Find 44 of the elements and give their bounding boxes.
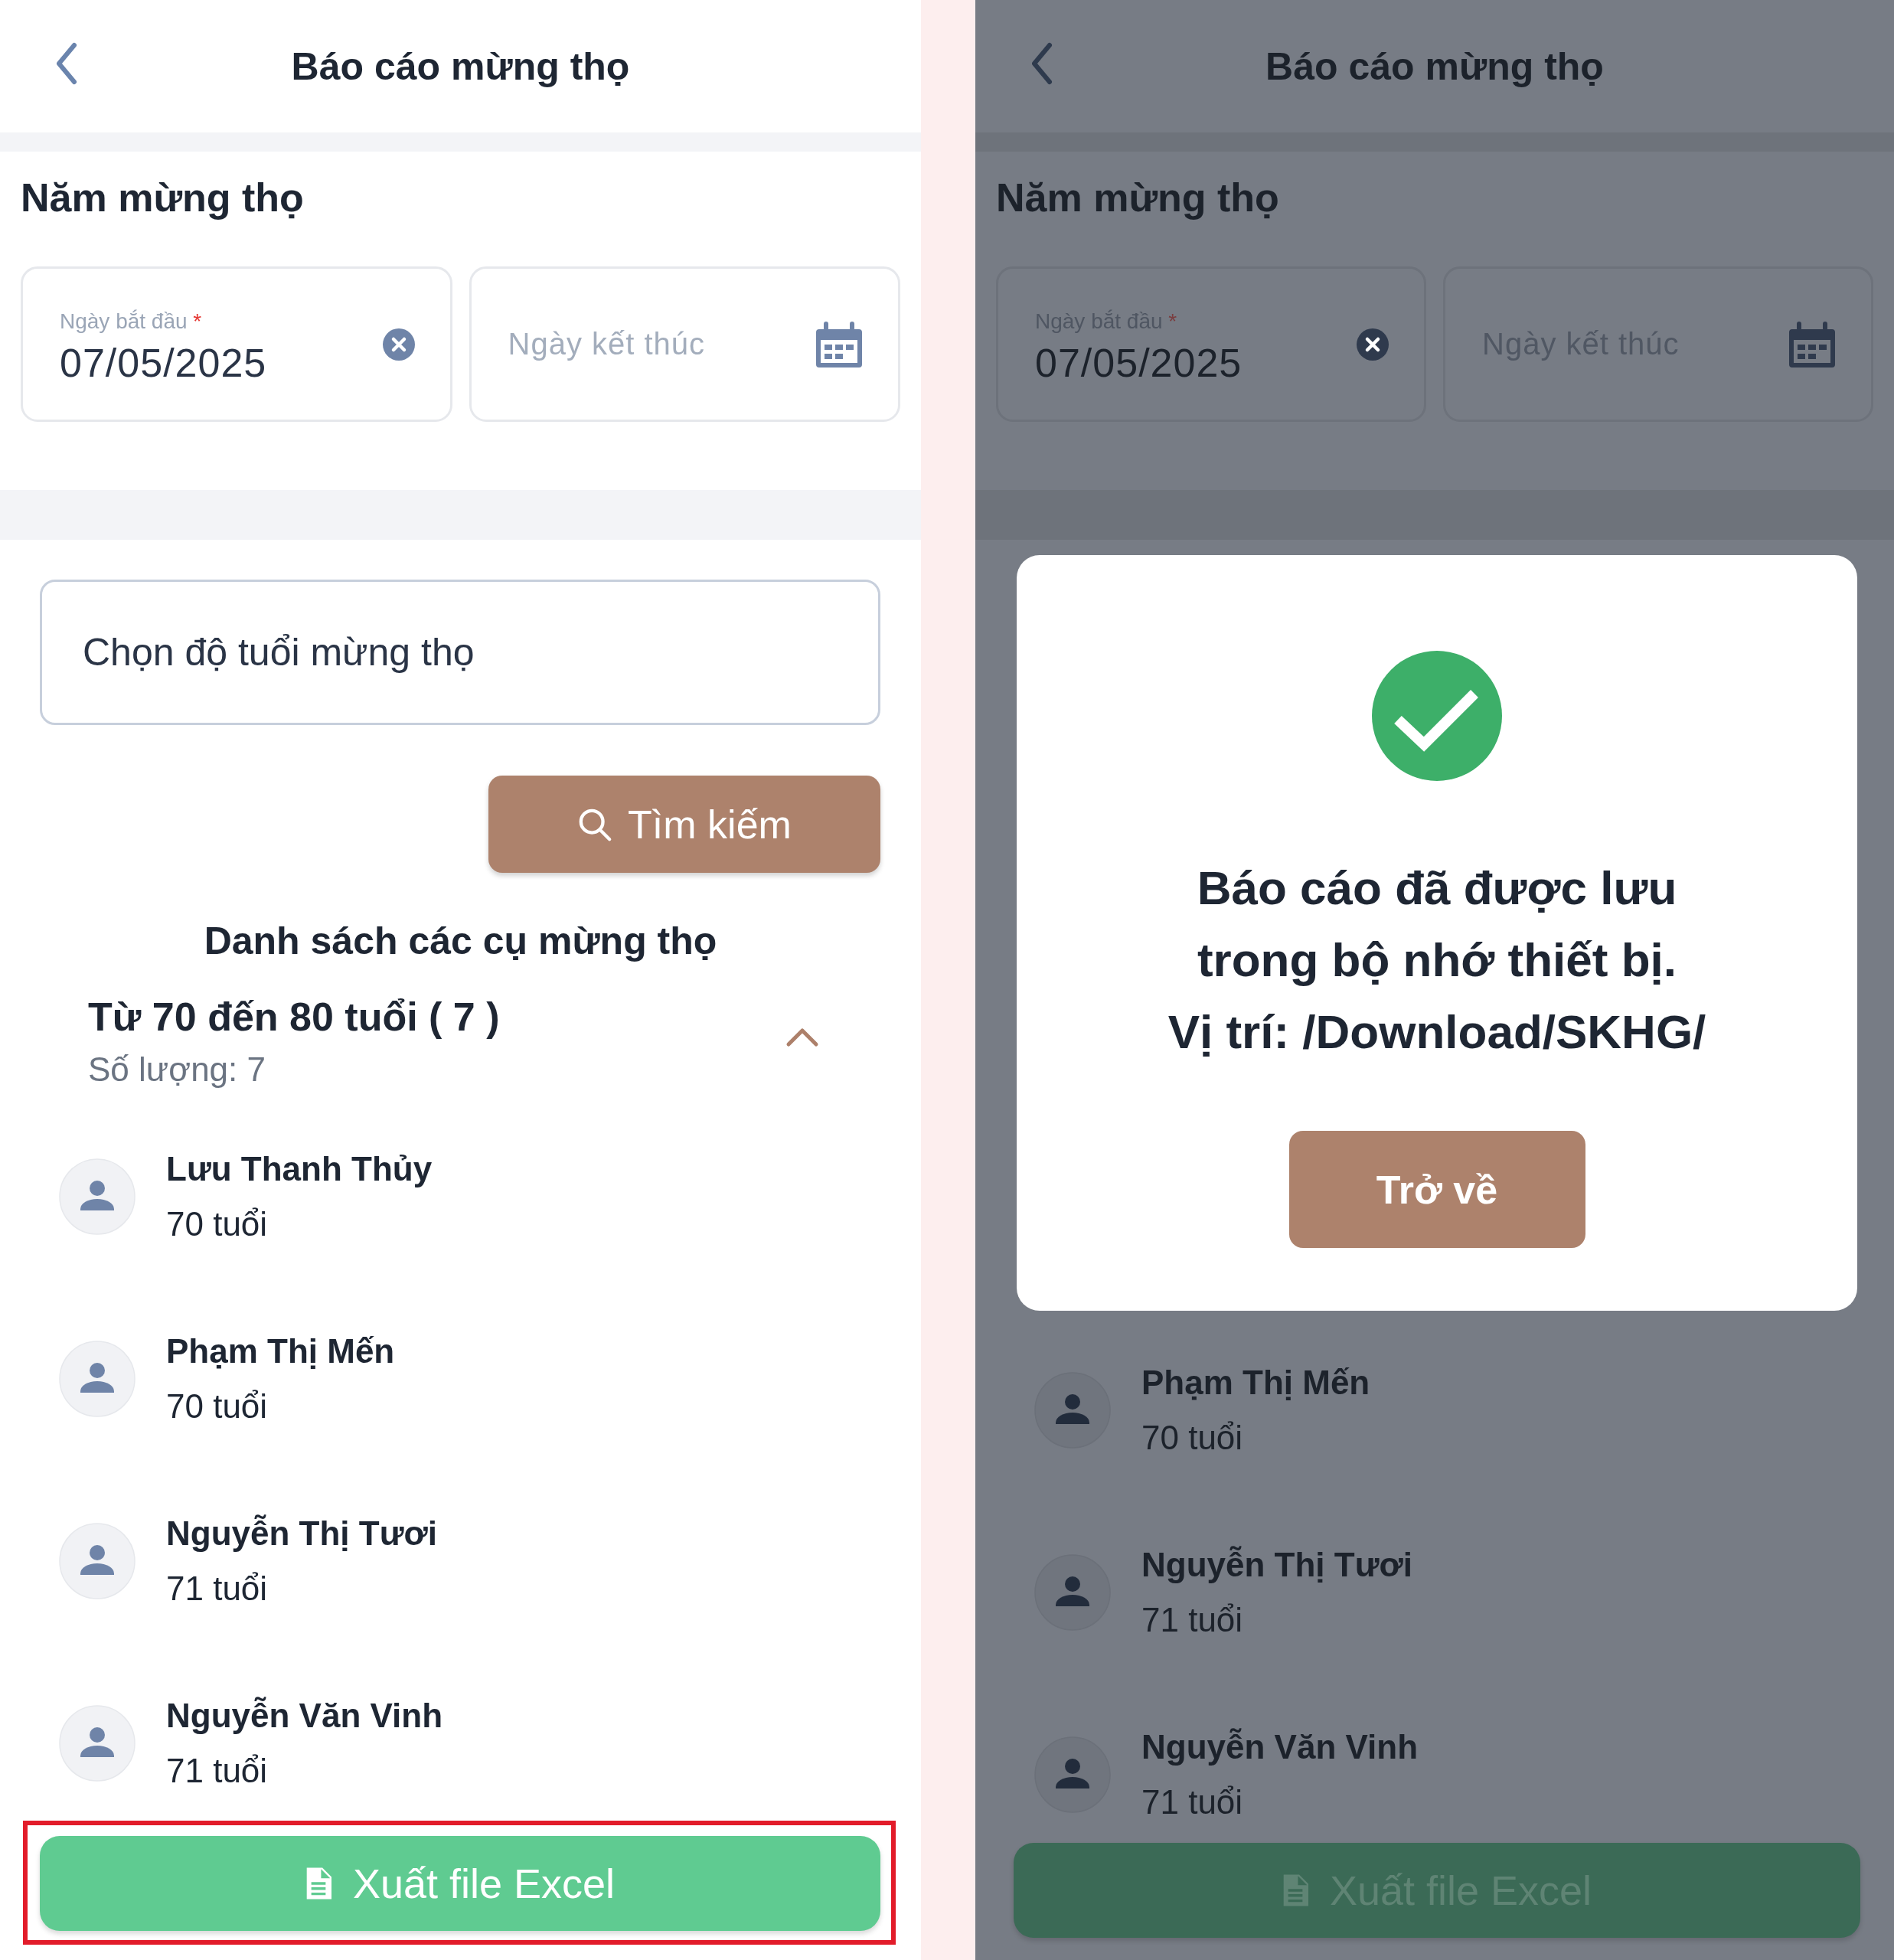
person-age: 71 tuổi bbox=[1141, 1601, 1244, 1639]
person-age: 70 tuổi bbox=[166, 1205, 269, 1243]
avatar-icon bbox=[59, 1158, 136, 1235]
section-title: Năm mừng thọ bbox=[996, 175, 1280, 220]
group-count: Số lượng: 7 bbox=[88, 1050, 266, 1089]
avatar-icon bbox=[1034, 1554, 1111, 1631]
person-age: 71 tuổi bbox=[1141, 1783, 1244, 1821]
start-date-field[interactable]: Ngày bắt đầu * 07/05/2025 bbox=[21, 266, 452, 422]
chevron-icon[interactable] bbox=[785, 1026, 819, 1047]
avatar-icon bbox=[59, 1341, 136, 1417]
person-name: Nguyễn Thị Tươi bbox=[1141, 1546, 1413, 1584]
avatar-icon bbox=[59, 1705, 136, 1782]
section-title: Năm mừng thọ bbox=[21, 175, 305, 220]
calendar-icon[interactable] bbox=[815, 319, 864, 369]
dialog-message: Báo cáo đã được lưu trong bộ nhớ thiết bị. Vị trí: /Download/SKHG/ bbox=[1167, 861, 1706, 1060]
person-name: Phạm Thị Mến bbox=[166, 1332, 395, 1370]
age-select-field[interactable]: Chọn độ tuổi mừng thọ bbox=[40, 580, 880, 725]
clear-icon[interactable] bbox=[1356, 327, 1389, 361]
person-age: 70 tuổi bbox=[1141, 1419, 1244, 1457]
back-button[interactable]: Trở về bbox=[1288, 1131, 1585, 1248]
search-button[interactable]: Tìm kiếm bbox=[488, 776, 880, 873]
person-name: Nguyễn Thị Tươi bbox=[166, 1514, 438, 1553]
back-icon[interactable] bbox=[1030, 42, 1053, 85]
person-age: 70 tuổi bbox=[166, 1387, 269, 1426]
avatar-icon bbox=[1034, 1372, 1111, 1449]
back-icon[interactable] bbox=[55, 42, 78, 85]
screen-title: Báo cáo mừng thọ bbox=[1265, 44, 1604, 89]
document-icon bbox=[305, 1867, 331, 1900]
check-icon bbox=[1372, 651, 1502, 781]
avatar-icon bbox=[59, 1523, 136, 1599]
person-name: Nguyễn Văn Vinh bbox=[166, 1697, 443, 1735]
screen-title: Báo cáo mừng thọ bbox=[291, 44, 630, 89]
person-name: Lưu Thanh Thủy bbox=[166, 1150, 433, 1188]
calendar-icon[interactable] bbox=[1788, 319, 1837, 369]
person-name: Phạm Thị Mến bbox=[1141, 1364, 1370, 1402]
end-date-field[interactable]: Ngày kết thúc bbox=[469, 266, 900, 422]
person-age: 71 tuổi bbox=[166, 1752, 269, 1790]
person-age: 71 tuổi bbox=[166, 1570, 269, 1608]
person-name: Nguyễn Văn Vinh bbox=[1141, 1728, 1419, 1766]
export-excel-button[interactable]: Xuất file Excel bbox=[40, 1836, 880, 1931]
document-icon bbox=[1282, 1874, 1308, 1906]
list-title: Danh sách các cụ mừng thọ bbox=[203, 919, 718, 963]
group-title: Từ 70 đến 80 tuổi ( 7 ) bbox=[88, 994, 500, 1040]
avatar-icon bbox=[1034, 1736, 1111, 1813]
